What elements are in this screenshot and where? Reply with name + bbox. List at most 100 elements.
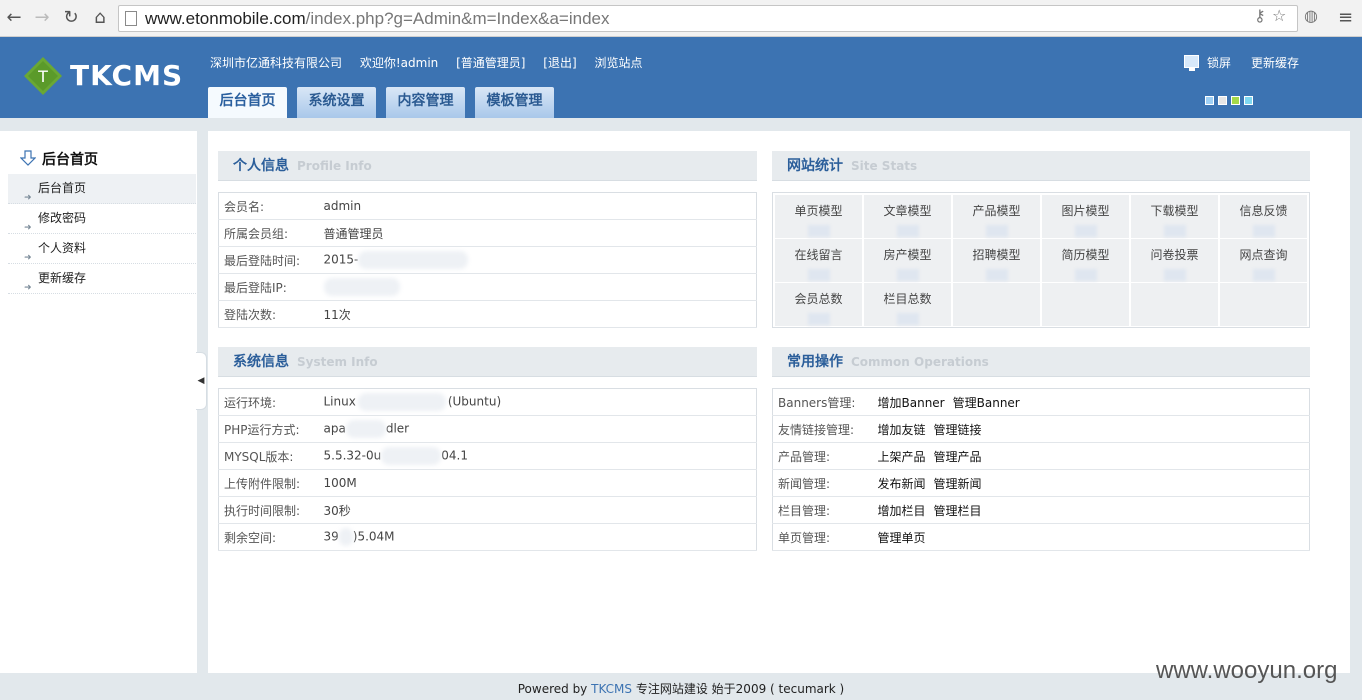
address-bar[interactable]: www.etonmobile.com/index.php?g=Admin&m=I… bbox=[118, 5, 1298, 32]
field-label: 友情链接管理: bbox=[772, 415, 873, 443]
add-banner-link[interactable]: 增加Banner bbox=[878, 396, 945, 410]
tab-template-management[interactable]: 模板管理 bbox=[475, 87, 554, 118]
skin-green-swatch[interactable] bbox=[1231, 96, 1240, 105]
redacted-value bbox=[357, 393, 446, 411]
monitor-icon[interactable] bbox=[1184, 55, 1199, 71]
logout-link[interactable]: [退出] bbox=[543, 56, 576, 70]
stat-count bbox=[1163, 225, 1186, 237]
stat-download[interactable]: 下载模型 bbox=[1131, 195, 1218, 238]
field-label: MYSQL版本: bbox=[218, 442, 319, 470]
stat-members[interactable]: 会员总数 bbox=[775, 283, 862, 326]
stat-count bbox=[807, 225, 830, 237]
stat-feedback[interactable]: 信息反馈 bbox=[1220, 195, 1307, 238]
field-label: 新闻管理: bbox=[772, 469, 873, 497]
tab-content-management[interactable]: 内容管理 bbox=[386, 87, 465, 118]
sidebar-item-refresh-cache[interactable]: ➜ 更新缓存 bbox=[8, 264, 196, 294]
stat-count bbox=[896, 313, 919, 325]
stat-single-page[interactable]: 单页模型 bbox=[775, 195, 862, 238]
browse-site-link[interactable]: 浏览站点 bbox=[595, 56, 643, 70]
tab-system-settings[interactable]: 系统设置 bbox=[297, 87, 376, 118]
manage-column-link[interactable]: 管理栏目 bbox=[934, 504, 982, 518]
skin-cyan-swatch[interactable] bbox=[1244, 96, 1253, 105]
redacted-value bbox=[381, 447, 442, 465]
stat-columns[interactable]: 栏目总数 bbox=[864, 283, 951, 326]
stat-count bbox=[807, 313, 830, 325]
forward-icon[interactable]: → bbox=[32, 8, 52, 28]
stat-count bbox=[1252, 269, 1275, 281]
sidebar-item-home[interactable]: ➜ 后台首页 bbox=[8, 174, 196, 204]
sidebar-item-profile[interactable]: ➜ 个人资料 bbox=[8, 234, 196, 264]
role-link[interactable]: [普通管理员] bbox=[456, 56, 525, 70]
field-label: 运行环境: bbox=[218, 388, 319, 416]
field-value-cell: 2015- bbox=[318, 246, 757, 274]
profile-panel-title: 个人信息 Profile Info bbox=[218, 151, 757, 181]
add-column-link[interactable]: 增加栏目 bbox=[878, 504, 926, 518]
manage-product-link[interactable]: 管理产品 bbox=[934, 450, 982, 464]
manage-single-page-link[interactable]: 管理单页 bbox=[878, 531, 926, 545]
profile-title-en: Profile Info bbox=[297, 159, 372, 173]
table-row: 最后登陆IP: bbox=[218, 273, 757, 301]
svg-text:T: T bbox=[37, 67, 48, 86]
browser-menu-icon[interactable]: ≡ bbox=[1338, 7, 1353, 28]
stat-count bbox=[1163, 269, 1186, 281]
tab-home[interactable]: 后台首页 bbox=[208, 87, 287, 118]
logo-diamond-icon: T bbox=[24, 57, 62, 95]
redacted-value bbox=[323, 278, 400, 296]
stat-article[interactable]: 文章模型 bbox=[864, 195, 951, 238]
stat-label: 网点查询 bbox=[1239, 248, 1288, 262]
table-row: 执行时间限制: 30秒 bbox=[218, 496, 757, 524]
field-label: 最后登陆时间: bbox=[218, 246, 319, 274]
field-label: 所属会员组: bbox=[218, 219, 319, 247]
publish-news-link[interactable]: 发布新闻 bbox=[878, 477, 926, 491]
site-stats-title-en: Site Stats bbox=[851, 159, 918, 173]
stat-resume[interactable]: 简历模型 bbox=[1042, 239, 1129, 282]
stat-count bbox=[985, 269, 1008, 281]
username: admin bbox=[400, 56, 439, 70]
logo[interactable]: T TKCMS bbox=[24, 57, 184, 97]
stat-count bbox=[985, 225, 1008, 237]
home-icon[interactable]: ⌂ bbox=[90, 8, 110, 28]
add-product-link[interactable]: 上架产品 bbox=[878, 450, 926, 464]
field-value: 39 bbox=[323, 529, 339, 544]
field-value-cell: 5.5.32-0u 04.1 bbox=[318, 442, 757, 470]
add-friend-link[interactable]: 增加友链 bbox=[878, 423, 926, 437]
skin-blue-swatch[interactable] bbox=[1205, 96, 1214, 105]
table-row: 上传附件限制: 100M bbox=[218, 469, 757, 497]
table-row: 登陆次数: 11次 bbox=[218, 300, 757, 328]
key-icon[interactable]: ⚷ bbox=[1254, 6, 1266, 25]
lock-screen-link[interactable]: 锁屏 bbox=[1207, 54, 1231, 71]
sidebar-item-change-password[interactable]: ➜ 修改密码 bbox=[8, 204, 196, 234]
table-row: MYSQL版本: 5.5.32-0u 04.1 bbox=[218, 442, 757, 470]
bookmark-star-icon[interactable]: ☆ bbox=[1272, 6, 1286, 25]
sidebar-item-label: 后台首页 bbox=[38, 181, 87, 195]
manage-links-link[interactable]: 管理链接 bbox=[934, 423, 982, 437]
reload-icon[interactable]: ↻ bbox=[61, 8, 81, 28]
stat-label: 文章模型 bbox=[883, 204, 932, 218]
table-row: 运行环境: Linux (Ubuntu) bbox=[218, 388, 757, 416]
ops-links: 管理单页 bbox=[872, 523, 1310, 551]
manage-banner-link[interactable]: 管理Banner bbox=[953, 396, 1020, 410]
skin-gray-swatch[interactable] bbox=[1218, 96, 1227, 105]
manage-news-link[interactable]: 管理新闻 bbox=[934, 477, 982, 491]
redacted-value bbox=[345, 420, 386, 438]
stat-recruitment[interactable]: 招聘模型 bbox=[953, 239, 1040, 282]
stat-real-estate[interactable]: 房产模型 bbox=[864, 239, 951, 282]
sidebar-collapse-handle[interactable]: ◀ bbox=[196, 352, 207, 410]
field-value-suffix: dler bbox=[385, 421, 410, 436]
stat-label: 图片模型 bbox=[1061, 204, 1110, 218]
stat-guestbook[interactable]: 在线留言 bbox=[775, 239, 862, 282]
back-icon[interactable]: ← bbox=[4, 8, 24, 28]
extension-globe-icon[interactable]: ◍ bbox=[1304, 6, 1318, 25]
stat-survey[interactable]: 问卷投票 bbox=[1131, 239, 1218, 282]
stat-image[interactable]: 图片模型 bbox=[1042, 195, 1129, 238]
profile-table: 会员名: admin 所属会员组: 普通管理员 最后登陆时间: 2015- 最后登陆I… bbox=[218, 192, 757, 328]
ops-links: 上架产品 管理产品 bbox=[872, 442, 1310, 470]
footer-brand-link[interactable]: TKCMS bbox=[591, 682, 632, 696]
field-value: 普通管理员 bbox=[318, 219, 757, 247]
refresh-cache-link[interactable]: 更新缓存 bbox=[1251, 54, 1299, 71]
stat-label: 信息反馈 bbox=[1239, 204, 1288, 218]
stat-product[interactable]: 产品模型 bbox=[953, 195, 1040, 238]
stat-outlet-query[interactable]: 网点查询 bbox=[1220, 239, 1307, 282]
stat-label: 产品模型 bbox=[972, 204, 1021, 218]
table-row: 会员名: admin bbox=[218, 192, 757, 220]
